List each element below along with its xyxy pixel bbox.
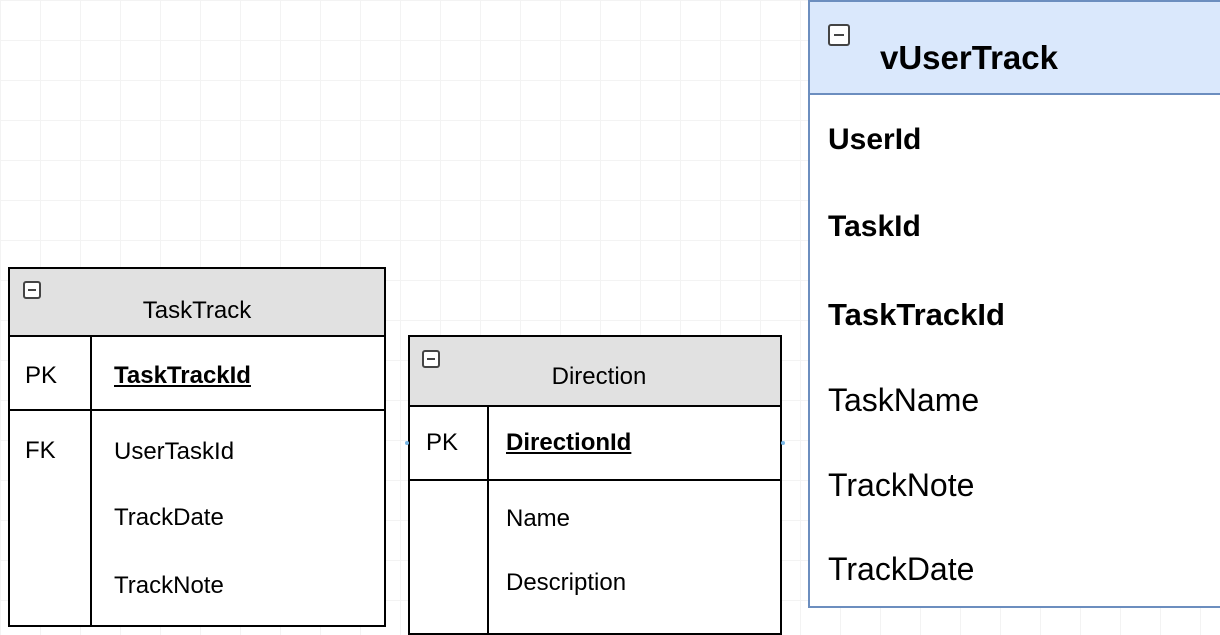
entity-header[interactable]: Direction	[410, 337, 780, 407]
row-divider	[410, 479, 780, 481]
entity-header[interactable]: TaskTrack	[10, 269, 384, 337]
field-tracknote[interactable]: TrackNote	[828, 469, 974, 501]
field-trackdate[interactable]: TrackDate	[114, 506, 224, 530]
entity-title: Direction	[551, 363, 647, 390]
field-tasktrackid[interactable]: TaskTrackId	[114, 364, 251, 388]
field-name[interactable]: Name	[506, 507, 570, 531]
field-taskid[interactable]: TaskId	[828, 212, 921, 242]
field-description[interactable]: Description	[506, 571, 626, 595]
fk-label: FK	[25, 437, 56, 464]
key-column-divider	[90, 335, 92, 625]
entity-header[interactable]: vUserTrack	[810, 2, 1220, 95]
entity-title: vUserTrack	[880, 39, 1058, 76]
entity-tasktrack[interactable]: TaskTrack PK TaskTrackId FK UserTaskId T…	[8, 267, 386, 627]
field-tasktrackid[interactable]: TaskTrackId	[828, 299, 1005, 330]
pk-label: PK	[25, 362, 58, 389]
key-column-divider	[487, 405, 489, 633]
entity-direction[interactable]: Direction PK DirectionId Name Descriptio…	[408, 335, 782, 635]
field-trackdate[interactable]: TrackDate	[828, 553, 974, 585]
connection-handle[interactable]	[405, 441, 409, 445]
field-usertaskid[interactable]: UserTaskId	[114, 440, 234, 464]
entity-title: TaskTrack	[142, 297, 252, 324]
field-taskname[interactable]: TaskName	[828, 384, 979, 416]
row-divider	[10, 409, 384, 411]
pk-label: PK	[426, 429, 459, 456]
entity-vusertrack[interactable]: vUserTrack UserId TaskId TaskTrackId Tas…	[808, 0, 1220, 608]
collapse-icon[interactable]	[828, 24, 850, 46]
connection-handle[interactable]	[781, 441, 785, 445]
field-userid[interactable]: UserId	[828, 125, 921, 155]
field-directionid[interactable]: DirectionId	[506, 431, 631, 455]
field-tracknote[interactable]: TrackNote	[114, 574, 224, 598]
